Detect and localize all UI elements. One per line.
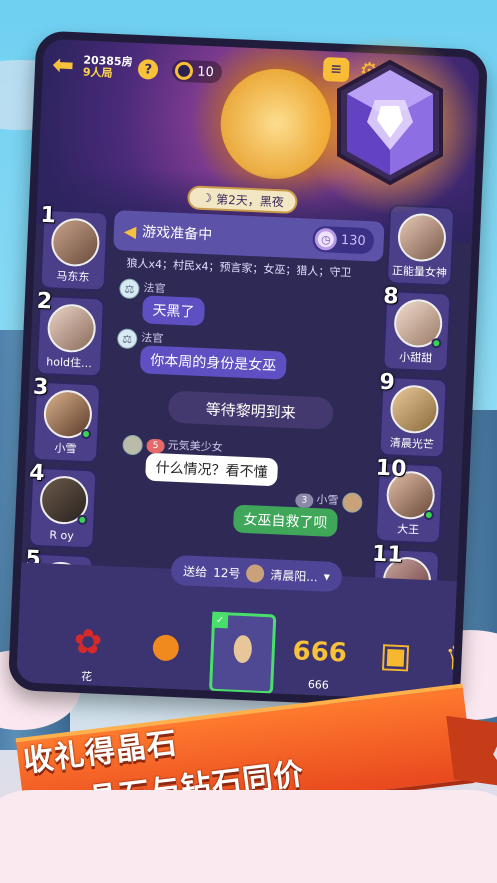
player-seat[interactable]: 1 马东东	[39, 203, 109, 292]
countdown-timer: ◷ 130	[312, 225, 375, 255]
clock-icon: ◷	[314, 227, 338, 251]
user-avatar[interactable]	[122, 434, 144, 456]
crystal-gem-illustration	[295, 25, 485, 225]
player-name: 小雪	[54, 441, 77, 456]
player-seat[interactable]: 2 hold住…	[35, 289, 106, 378]
chevron-down-icon: ▾	[323, 569, 331, 584]
seat-number: 2	[36, 288, 53, 315]
foreground-cloud	[0, 790, 497, 883]
gift-label: 花	[80, 670, 93, 684]
seat-number: 10	[375, 455, 407, 482]
player-seat[interactable]: 10 大王	[374, 456, 445, 545]
player-avatar	[389, 384, 440, 435]
chat-bubble: 天黑了	[141, 295, 206, 327]
send-to-label: 送给	[182, 563, 208, 579]
pumpkin-icon: ●	[150, 625, 182, 667]
online-indicator	[77, 514, 88, 526]
player-seat[interactable]: 4 R oy	[28, 461, 98, 550]
chat-bubble: 女巫自救了呗	[232, 504, 339, 538]
online-indicator	[431, 337, 442, 349]
coin-balance[interactable]: 10	[171, 59, 223, 84]
rose-icon: ✿	[72, 621, 104, 663]
car-icon: ▣	[378, 635, 413, 677]
judge-avatar: ⚖	[116, 328, 138, 350]
666-icon: 666	[291, 636, 348, 669]
phase-banner: ☽ 第2天，黑夜	[186, 185, 299, 215]
chat-message: ⚖ 法官 天黑了	[118, 278, 206, 327]
send-to-number: 12号	[212, 565, 241, 581]
speaker-icon[interactable]: ◀	[124, 221, 137, 241]
seat-number: 1	[40, 202, 57, 229]
chat-speaker: 元気美少女	[167, 438, 223, 454]
level-badge: 5	[146, 438, 165, 454]
gift-rose[interactable]: ✿ 花	[56, 615, 119, 686]
user-avatar[interactable]	[341, 492, 363, 514]
back-arrow-icon[interactable]: ⬅	[49, 50, 78, 81]
send-to-name: 清晨阳...	[270, 567, 319, 584]
seat-number: 8	[382, 283, 400, 310]
chat-message: ⚖ 法官 你本周的身份是女巫	[116, 328, 288, 380]
coin-value: 10	[196, 64, 215, 80]
chat-bubble: 什么情况？看不懂	[145, 452, 279, 487]
player-avatar	[46, 303, 97, 354]
crescent-moon-icon: ☽	[201, 190, 213, 206]
gift-car[interactable]: ▣	[365, 628, 427, 683]
player-name: 马东东	[56, 269, 90, 284]
level-badge: 3	[295, 493, 314, 508]
seat-number: 4	[28, 460, 46, 487]
chat-message: 5 元気美少女 什么情况？看不懂	[121, 434, 279, 487]
coin-icon	[174, 61, 194, 81]
player-name: 清晨光芒	[389, 436, 435, 452]
seat-number: 3	[32, 374, 49, 401]
judge-avatar: ⚖	[119, 278, 140, 300]
player-seat[interactable]: 3 小雪	[31, 375, 102, 464]
phase-text: 第2天，黑夜	[215, 191, 285, 209]
crystal-gem-icon	[337, 60, 443, 185]
player-name: 大王	[396, 522, 420, 537]
slipper-icon: ⬮	[231, 628, 255, 670]
chat-message: 3 小雪 女巫自救了呗	[232, 488, 363, 539]
room-info: 20385房 9人局	[82, 53, 133, 80]
player-seat[interactable]: 9 清晨光芒	[378, 370, 448, 459]
room-size: 9人局	[82, 65, 113, 80]
player-seat[interactable]: 8 小甜甜	[382, 284, 452, 373]
help-button[interactable]: ?	[137, 58, 159, 80]
player-name: 正能量女神	[391, 264, 448, 280]
recipient-avatar	[246, 564, 265, 583]
gift-slipper[interactable]: ⬮	[212, 622, 274, 677]
gift-666[interactable]: 666 666	[288, 625, 351, 693]
player-avatar	[50, 217, 101, 268]
player-name: hold住…	[46, 355, 93, 371]
promo-screen: ⬅ 20385房 9人局 ? 10 ≡ ⚙ ☽ 第2天，黑夜 ◀ 游戏准备中 ◷…	[0, 0, 497, 883]
player-name: 小甜甜	[398, 350, 433, 366]
chat-speaker: 小雪	[316, 493, 339, 508]
timer-value: 130	[340, 232, 367, 249]
gift-pumpkin[interactable]: ●	[135, 618, 197, 673]
player-name: R oy	[49, 528, 75, 543]
status-text: 游戏准备中	[141, 224, 213, 244]
seat-number: 11	[371, 541, 404, 568]
chat-speaker: 法官	[143, 281, 166, 296]
online-indicator	[423, 509, 435, 521]
online-indicator	[80, 428, 92, 440]
seat-number: 9	[379, 369, 396, 396]
